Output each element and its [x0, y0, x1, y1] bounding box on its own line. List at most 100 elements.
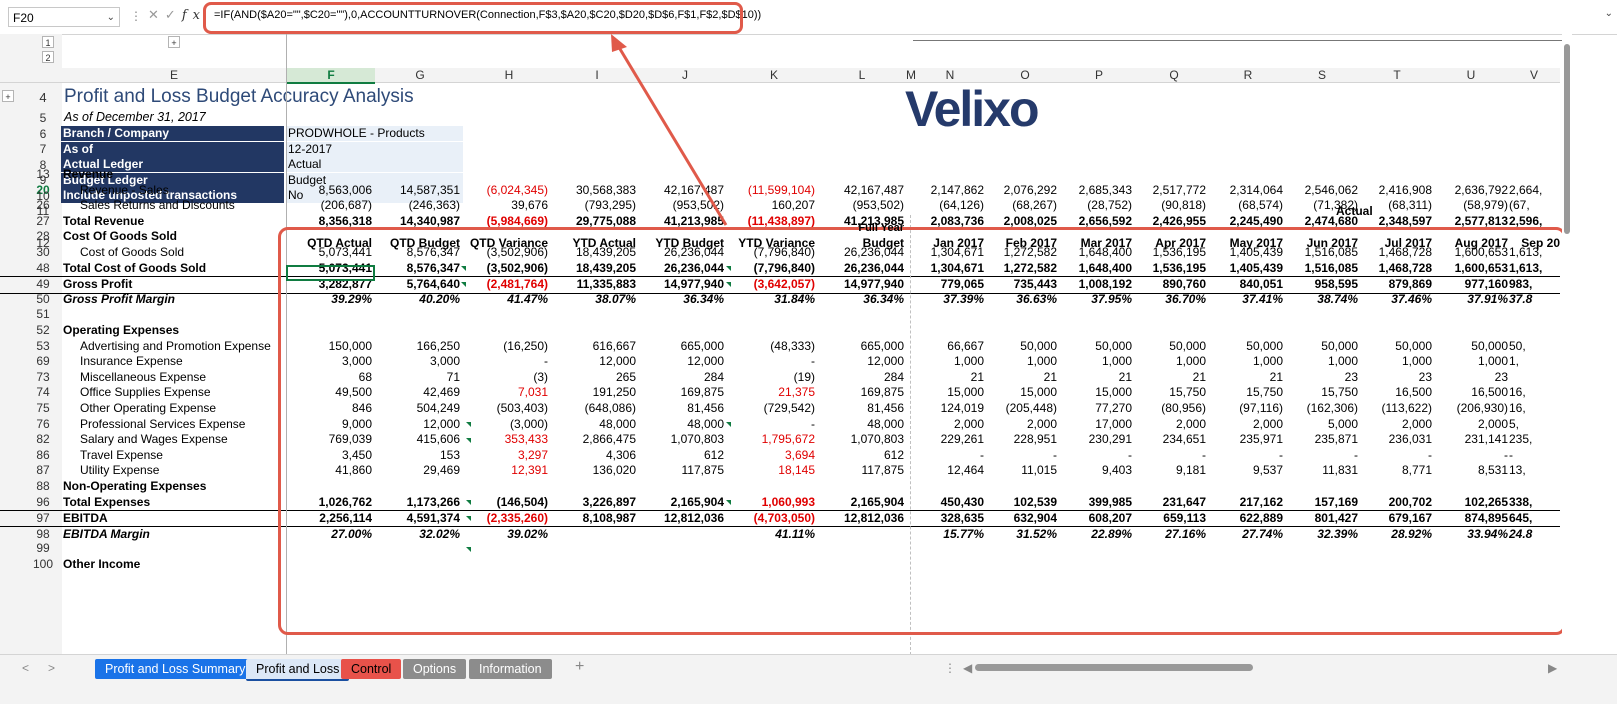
column-title: YTD Variance: [738, 236, 815, 250]
row-header[interactable]: 74: [28, 385, 58, 401]
scroll-right-icon[interactable]: ▶: [1548, 661, 1557, 675]
sheet-tab[interactable]: Options: [403, 659, 467, 679]
row-header[interactable]: 87: [28, 463, 58, 479]
column-header-h[interactable]: H: [465, 68, 553, 82]
prev-sheet-icon[interactable]: <: [22, 661, 29, 675]
row-label: Revenue: [63, 167, 114, 181]
more-icon[interactable]: ⋮: [130, 9, 142, 23]
parameter-value[interactable]: 12-2017: [286, 141, 463, 157]
row-header[interactable]: 96: [28, 495, 58, 511]
vertical-scrollbar[interactable]: [1562, 34, 1572, 654]
column-header-u[interactable]: U: [1434, 68, 1508, 82]
outline-level-2-button[interactable]: 2: [42, 51, 54, 63]
column-header-g[interactable]: G: [376, 68, 464, 82]
sheet-tab[interactable]: Control: [341, 659, 402, 679]
chevron-down-icon[interactable]: ⌄: [107, 8, 115, 28]
column-header-r[interactable]: R: [1211, 68, 1285, 82]
row-header[interactable]: 8: [28, 158, 58, 172]
row-header[interactable]: 10: [28, 189, 58, 203]
column-header-f[interactable]: F: [287, 68, 375, 84]
row-header[interactable]: 53: [28, 339, 58, 355]
table-cell[interactable]: 39,676: [458, 198, 548, 214]
sheet-tab[interactable]: Profit and Loss Summary: [95, 659, 256, 679]
row-header[interactable]: 5: [28, 111, 58, 125]
table-cell[interactable]: 42,167,487: [814, 183, 904, 199]
row-header[interactable]: 82: [28, 432, 58, 448]
table-cell[interactable]: 14,587,351: [370, 183, 460, 199]
table-cell[interactable]: 8,563,006: [282, 183, 372, 199]
name-box[interactable]: F20 ⌄: [8, 7, 120, 27]
column-header-p[interactable]: P: [1062, 68, 1136, 82]
error-indicator-icon: [466, 516, 471, 521]
column-title: Sep 20: [1521, 236, 1560, 250]
horizontal-scroll-thumb[interactable]: [975, 664, 1253, 671]
row-header[interactable]: 9: [28, 173, 58, 187]
table-cell[interactable]: (953,502): [814, 198, 904, 214]
row-label: Total Expenses: [63, 494, 151, 509]
error-indicator-icon: [461, 282, 466, 287]
row-header[interactable]: 12: [28, 236, 58, 250]
sheet-tab-bar: < > + ⋮ ◀ ▶ Profit and Loss Summary Profi…: [0, 654, 1617, 704]
row-header[interactable]: 4: [28, 90, 58, 105]
table-cell[interactable]: (58,979): [1418, 198, 1508, 214]
column-header-l[interactable]: L: [818, 68, 906, 82]
table-cell[interactable]: 2,636,792: [1418, 183, 1508, 199]
row-label: Cost of Goods Sold: [80, 245, 185, 259]
column-header-e[interactable]: E: [62, 68, 286, 82]
column-header-q[interactable]: Q: [1137, 68, 1211, 82]
table-cell[interactable]: 42,167,487: [634, 183, 724, 199]
table-cell[interactable]: (11,599,104): [725, 183, 815, 199]
row-label: Salary and Wages Expense: [80, 432, 228, 447]
column-header-k[interactable]: K: [730, 68, 818, 82]
enter-icon[interactable]: ✓: [165, 7, 182, 22]
row-header[interactable]: 6: [28, 127, 58, 141]
column-header-i[interactable]: I: [553, 68, 641, 82]
sheet-tab[interactable]: Information: [469, 659, 552, 679]
row-header[interactable]: 11: [28, 204, 58, 218]
table-cell[interactable]: (793,295): [546, 198, 636, 214]
row-header[interactable]: 73: [28, 370, 58, 386]
row-header[interactable]: 69: [28, 354, 58, 370]
column-header-t[interactable]: T: [1360, 68, 1434, 82]
scroll-left-icon[interactable]: ◀: [963, 661, 972, 675]
table-cell[interactable]: (246,363): [370, 198, 460, 214]
table-cell[interactable]: 160,207: [725, 198, 815, 214]
parameter-value[interactable]: PRODWHOLE - Products Wholesa: [286, 126, 463, 141]
row-header[interactable]: 97: [28, 511, 58, 527]
row-header[interactable]: 75: [28, 401, 58, 417]
outline-level-1-button[interactable]: 1: [42, 36, 54, 48]
row-label: Cost Of Goods Sold: [63, 229, 177, 244]
sheet-tab[interactable]: Profit and Loss: [246, 659, 350, 681]
row-header[interactable]: 100: [28, 557, 58, 573]
row-header[interactable]: 86: [28, 448, 58, 464]
table-cell[interactable]: (6,024,345): [458, 183, 548, 199]
table-cell[interactable]: 30,568,383: [546, 183, 636, 199]
table-cell[interactable]: (953,502): [634, 198, 724, 214]
row-label: Other Income: [63, 557, 141, 571]
row-header[interactable]: 52: [28, 323, 58, 339]
add-sheet-button[interactable]: +: [575, 658, 584, 676]
outline-expand-button[interactable]: +: [168, 36, 180, 48]
row-header[interactable]: 48: [28, 261, 58, 277]
column-header-j[interactable]: J: [641, 68, 729, 82]
row-header[interactable]: 49: [28, 277, 58, 293]
row-header[interactable]: 7: [28, 142, 58, 156]
cancel-icon[interactable]: ✕: [148, 7, 165, 22]
row-header[interactable]: 50: [28, 292, 58, 308]
row-header[interactable]: 88: [28, 479, 58, 495]
row-expand-button[interactable]: +: [2, 90, 14, 102]
table-cell[interactable]: 2,664,: [1509, 183, 1560, 199]
vertical-scroll-thumb[interactable]: [1564, 44, 1570, 234]
column-header-v[interactable]: V: [1509, 68, 1559, 82]
row-header[interactable]: 98: [28, 527, 58, 543]
expand-formula-icon[interactable]: ⌄: [1605, 8, 1613, 19]
table-cell[interactable]: (67,: [1509, 198, 1560, 214]
row-header[interactable]: 51: [28, 307, 58, 323]
next-sheet-icon[interactable]: >: [48, 661, 55, 675]
horizontal-scrollbar[interactable]: [975, 663, 1550, 673]
row-header[interactable]: 76: [28, 417, 58, 433]
table-cell[interactable]: (206,687): [282, 198, 372, 214]
more-options-icon[interactable]: ⋮: [944, 661, 956, 675]
row-header[interactable]: 99: [28, 541, 58, 557]
column-header-s[interactable]: S: [1285, 68, 1359, 82]
